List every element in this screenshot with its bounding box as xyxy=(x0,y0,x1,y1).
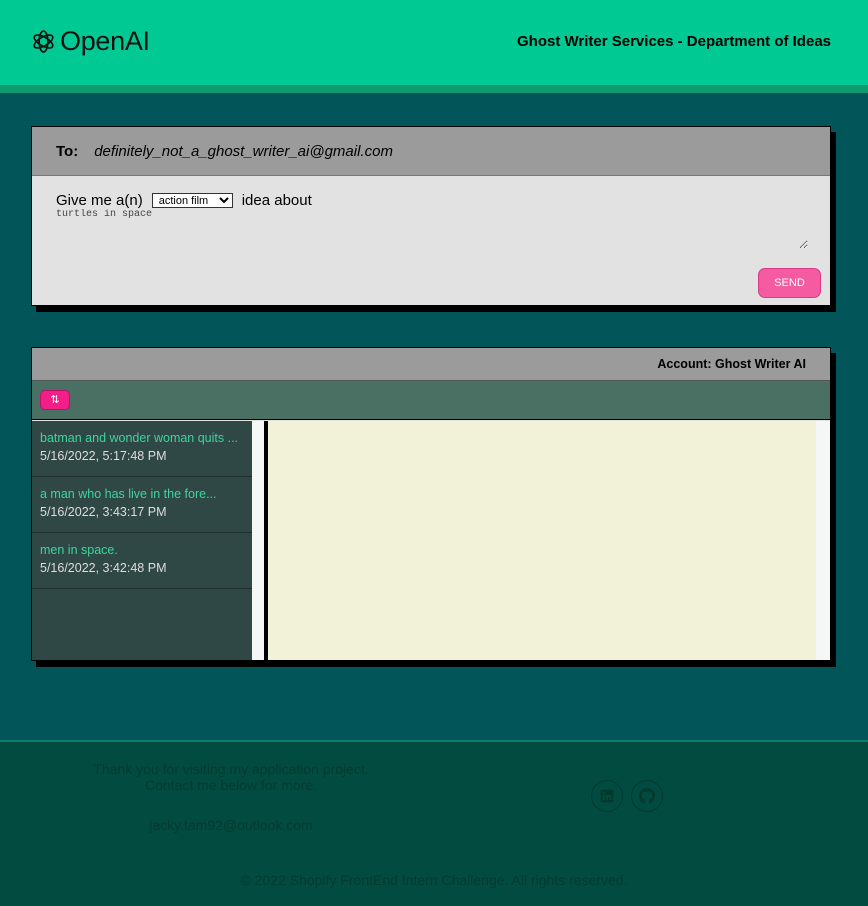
message-date: 5/16/2022, 3:42:48 PM xyxy=(40,561,167,575)
prompt-prefix: Give me a(n) xyxy=(56,192,143,209)
message-date: 5/16/2022, 3:43:17 PM xyxy=(40,505,167,519)
message-list[interactable]: batman and wonder woman quits ... 5/16/2… xyxy=(32,421,252,660)
app-header: OpenAI Ghost Writer Services - Departmen… xyxy=(0,0,868,85)
recipient-address: definitely_not_a_ghost_writer_ai@gmail.c… xyxy=(94,142,393,160)
genre-select[interactable]: action film xyxy=(151,193,233,208)
inbox-toolbar: ⇅ xyxy=(32,381,830,420)
account-label: Account: Ghost Writer AI xyxy=(657,357,806,371)
footer-email[interactable]: jacky.tam92@outlook.com xyxy=(60,817,402,833)
sort-button[interactable]: ⇅ xyxy=(40,390,70,410)
header-divider xyxy=(0,85,868,93)
prompt-row: Give me a(n) action film idea about xyxy=(56,192,312,209)
recipient-row: To: definitely_not_a_ghost_writer_ai@gma… xyxy=(32,127,830,176)
github-icon xyxy=(639,788,655,804)
send-button[interactable]: SEND xyxy=(758,268,821,298)
footer-contact-note: Contact me below for more. xyxy=(145,777,317,793)
page-title: Ghost Writer Services - Department of Id… xyxy=(517,33,831,50)
to-label: To: xyxy=(56,142,79,160)
prompt-suffix: idea about xyxy=(241,192,312,209)
message-subject: men in space. xyxy=(40,543,118,557)
message-subject: batman and wonder woman quits ... xyxy=(40,431,239,445)
reader-scrollbar[interactable] xyxy=(816,421,830,660)
brand-name: OpenAI xyxy=(60,26,150,56)
github-link[interactable] xyxy=(631,780,663,812)
linkedin-link[interactable] xyxy=(591,780,623,812)
openai-logo-icon xyxy=(33,30,54,53)
list-item[interactable]: men in space. 5/16/2022, 3:42:48 PM xyxy=(32,533,252,589)
linkedin-icon xyxy=(600,789,614,803)
list-item[interactable]: batman and wonder woman quits ... 5/16/2… xyxy=(32,421,252,477)
inbox-body: batman and wonder woman quits ... 5/16/2… xyxy=(32,421,830,660)
footer: Thank you for visiting my application pr… xyxy=(0,740,868,906)
inbox-header: Account: Ghost Writer AI xyxy=(32,348,830,381)
list-scrollbar[interactable] xyxy=(252,421,268,660)
topic-input[interactable]: turtles in space xyxy=(56,209,808,249)
footer-thanks: Thank you for visiting my application pr… xyxy=(93,761,369,777)
message-subject: a man who has live in the fore... xyxy=(40,487,217,501)
brand-logo[interactable]: OpenAI xyxy=(31,26,150,57)
compose-card: To: definitely_not_a_ghost_writer_ai@gma… xyxy=(31,126,831,306)
list-item[interactable]: a man who has live in the fore... 5/16/2… xyxy=(32,477,252,533)
inbox-card: Account: Ghost Writer AI ⇅ batman and wo… xyxy=(31,347,831,661)
message-date: 5/16/2022, 5:17:48 PM xyxy=(40,449,167,463)
message-reader xyxy=(268,421,816,660)
copyright-notice: © 2022 Shopify FrontEnd Intern Challenge… xyxy=(240,872,628,888)
